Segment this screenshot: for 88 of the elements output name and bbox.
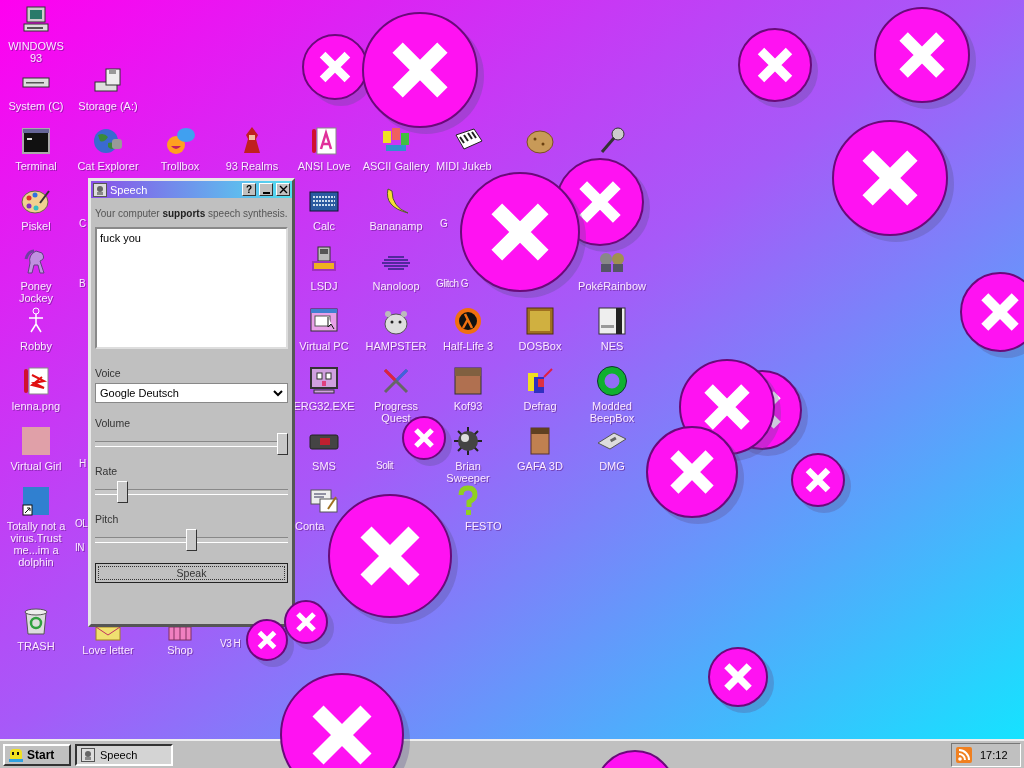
chevron-icon (273, 389, 283, 397)
help-button[interactable]: ? (242, 183, 256, 196)
x-circle-icon (646, 426, 738, 518)
close-button[interactable] (276, 183, 290, 196)
ring-icon[interactable] (596, 365, 628, 397)
icon-label[interactable]: V3 H (220, 638, 241, 650)
icon-label[interactable]: Love letter (82, 644, 134, 656)
window-title: Speech (110, 183, 149, 196)
start-button[interactable]: Start (3, 743, 71, 766)
icon-label[interactable]: Bananamp (369, 220, 423, 232)
close-icon (278, 185, 288, 194)
icon-label[interactable]: Defrag (523, 400, 557, 412)
icon-label[interactable]: Storage (A:) (78, 100, 138, 112)
icon-label[interactable]: Glitch G (436, 278, 469, 290)
icon-label[interactable]: C (79, 218, 86, 230)
description-text: Your computer supports speech synthesis. (95, 208, 288, 219)
icon-label[interactable]: NES (600, 340, 624, 352)
console-icon[interactable] (596, 305, 628, 337)
speak-button[interactable]: Speak (95, 563, 288, 583)
icon-label[interactable]: Kof93 (453, 400, 483, 412)
x-circle-icon (960, 272, 1024, 352)
icon-label[interactable]: ERG32.EXE (293, 400, 355, 412)
icon-label[interactable]: SMS (312, 460, 336, 472)
icon-label[interactable]: ASCII Gallery (362, 160, 430, 172)
icon-label[interactable]: PokéRainbow (578, 280, 646, 292)
x-circle-icon (708, 647, 768, 707)
icon-label[interactable]: System (C) (8, 100, 64, 112)
minimize-icon (262, 191, 270, 194)
x-circle-icon (791, 453, 845, 507)
icon-label[interactable]: TRASH (17, 640, 55, 652)
icon-label[interactable]: Cat Explorer (77, 160, 139, 172)
icon-label[interactable]: G (440, 218, 448, 230)
icon-label[interactable]: WINDOWS 93 (2, 40, 70, 64)
icon-label[interactable]: B (79, 278, 86, 290)
clock-text: 17:12 (980, 748, 1008, 761)
icon-label[interactable]: MIDI Jukeb (436, 160, 492, 172)
slider-label: Volume (95, 417, 131, 429)
icon-label[interactable]: IN (75, 542, 84, 554)
start-logo-icon (8, 746, 24, 763)
voice-label: Voice (95, 367, 121, 379)
speech-app-icon (81, 747, 95, 762)
icon-label[interactable]: Totally not a virus.Trust me...im a dolphin (2, 520, 70, 568)
speech-app-icon (93, 182, 107, 197)
icon-label[interactable]: DOSBox (518, 340, 562, 352)
icon-label[interactable]: Shop (167, 644, 193, 656)
icon-label[interactable]: Brian Sweeper (446, 460, 490, 484)
icon-label[interactable]: GAFA 3D (517, 460, 563, 472)
taskbar-button[interactable]: Speech (75, 743, 173, 766)
icon-label[interactable]: Half-Life 3 (442, 340, 494, 352)
photo-placeholder[interactable] (20, 485, 52, 517)
icon-label[interactable]: Progress Quest (374, 400, 418, 424)
icon-label[interactable]: 93 Realms (225, 160, 279, 172)
slider-label: Pitch (95, 513, 119, 525)
terminal-icon[interactable] (20, 125, 52, 157)
icon-label[interactable]: Calc (313, 220, 335, 232)
icon-label[interactable]: LSDJ (310, 280, 338, 292)
icon-label[interactable]: Solit (376, 460, 393, 472)
icon-label[interactable]: FESTO (465, 520, 502, 532)
x-circle-icon (246, 619, 288, 661)
icon-label[interactable]: Nanoloop (372, 280, 420, 292)
icon-label[interactable]: H (79, 458, 86, 470)
icon-label[interactable]: DMG (599, 460, 625, 472)
voice-dropdown[interactable]: Google Deutsch (95, 383, 288, 403)
icon-label[interactable]: Modded BeepBox (589, 400, 635, 424)
slider-thumb[interactable] (116, 481, 128, 503)
icon-label[interactable]: Terminal (15, 160, 57, 172)
minimize-button[interactable] (259, 183, 273, 196)
icon-label[interactable]: Virtual PC (299, 340, 349, 352)
monitor-face-icon[interactable] (308, 365, 340, 397)
icon-label[interactable]: Virtual Girl (10, 460, 62, 472)
speech-text-field[interactable]: fuck you (95, 227, 288, 349)
icon-label[interactable]: HAMPSTER (365, 340, 427, 352)
icon-label[interactable]: lenna.png (11, 400, 61, 412)
slider-label: Rate (95, 465, 118, 477)
icon-label[interactable]: Trollbox (160, 160, 200, 172)
envelope-icon[interactable] (92, 627, 124, 641)
icon-label[interactable]: Robby (20, 340, 52, 352)
mine-icon[interactable] (452, 425, 484, 457)
slider-thumb[interactable] (186, 529, 197, 551)
icon-label[interactable]: Poney Jockey (18, 280, 54, 304)
icon-label[interactable]: OL (75, 518, 88, 530)
icon-label[interactable]: Piskel (21, 220, 51, 232)
icon-label[interactable]: ANSI Love (297, 160, 351, 172)
icon-label[interactable]: Conta (295, 520, 325, 532)
lambda-logo-icon[interactable] (452, 305, 484, 337)
rss-icon[interactable] (956, 746, 972, 763)
box-icon[interactable] (524, 305, 556, 337)
slider-thumb[interactable] (277, 433, 288, 455)
